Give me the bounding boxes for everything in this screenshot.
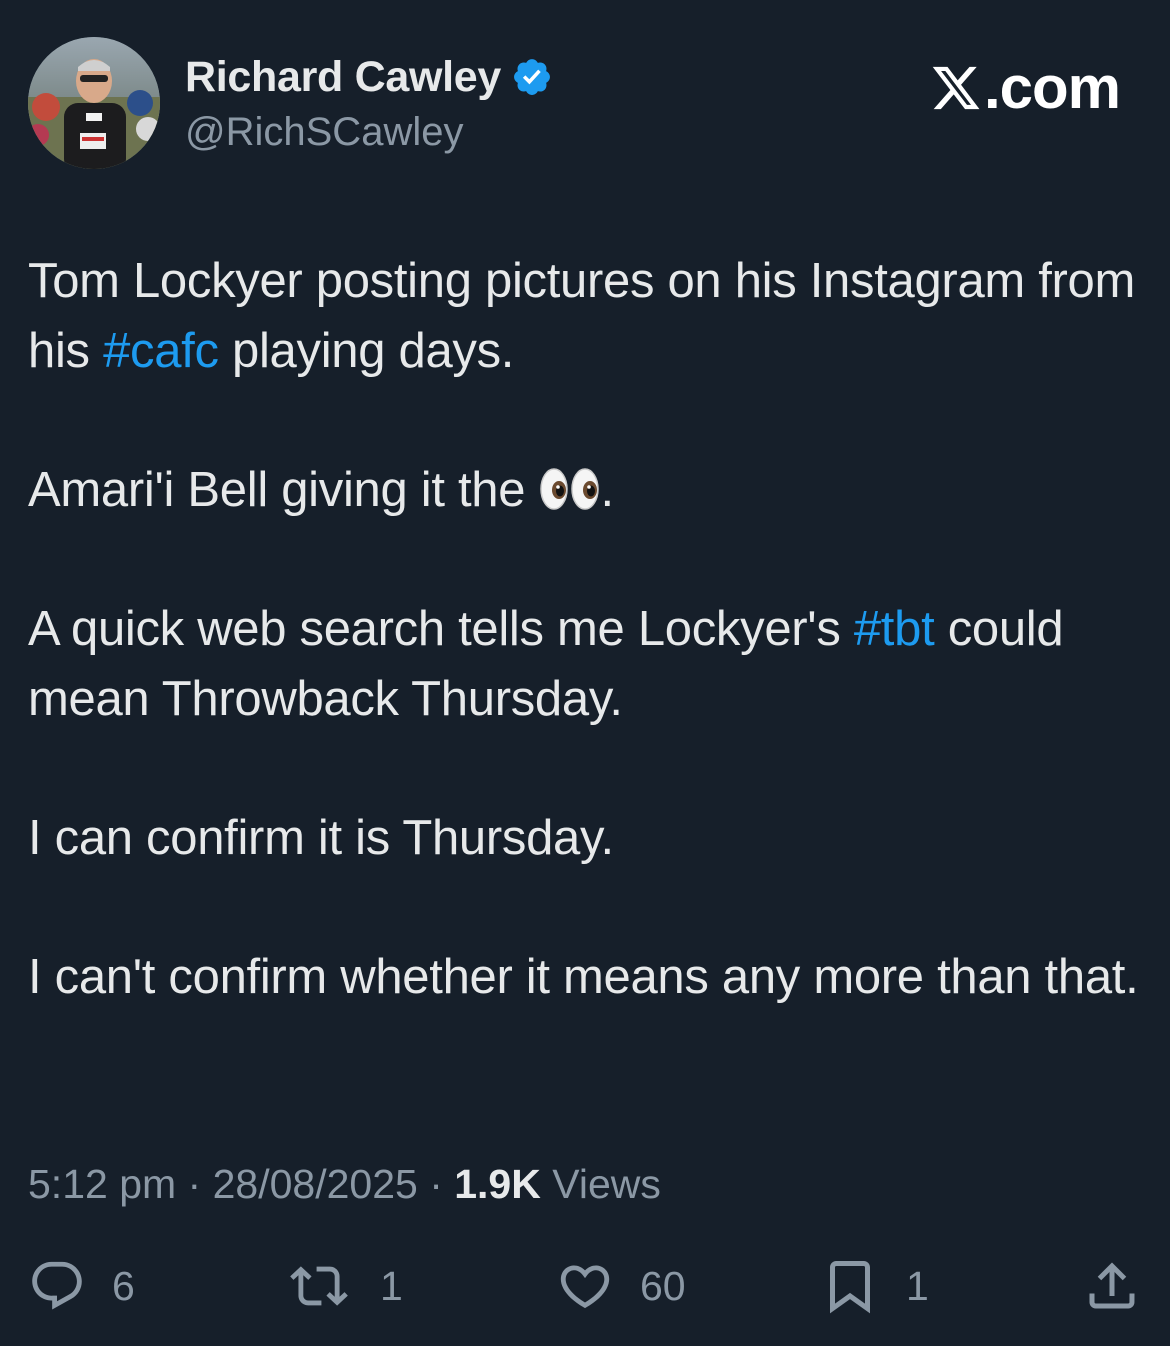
like-button[interactable]: 60 (556, 1254, 686, 1318)
tweet-text-segment: . (600, 463, 615, 517)
tweet-text-segment: A quick web search tells me Lockyer's (28, 602, 854, 656)
tweet-date[interactable]: 28/08/2025 (213, 1161, 418, 1207)
hashtag-link[interactable]: #tbt (854, 602, 935, 656)
repost-button[interactable]: 1 (284, 1254, 403, 1318)
eyes-emoji (539, 461, 601, 510)
bookmark-button[interactable]: 1 (820, 1254, 929, 1318)
hashtag-link[interactable]: #cafc (103, 324, 219, 378)
reply-count: 6 (112, 1263, 135, 1309)
author-name-row: Richard Cawley (185, 53, 553, 101)
avatar-photo (28, 37, 160, 169)
verified-badge-icon (514, 59, 550, 95)
action-bar: 6 1 60 1 (28, 1254, 1142, 1318)
tweet-paragraph: A quick web search tells me Lockyer's #t… (28, 594, 1148, 734)
meta-separator: · (417, 1161, 455, 1207)
tweet-text-segment: playing days. (218, 324, 515, 378)
avatar[interactable] (28, 37, 160, 169)
bookmark-icon (830, 1261, 870, 1314)
meta-separator: · (176, 1161, 213, 1207)
x-logo-icon (932, 66, 980, 110)
views-count: 1.9K (454, 1161, 541, 1207)
tweet-time[interactable]: 5:12 pm (28, 1161, 176, 1207)
share-button[interactable] (1082, 1254, 1142, 1318)
author-handle[interactable]: @RichSCawley (185, 109, 463, 155)
tweet-paragraph: Tom Lockyer posting pictures on his Inst… (28, 246, 1148, 386)
bookmark-count: 1 (906, 1263, 929, 1309)
tweet-paragraph: I can't confirm whether it means any mor… (28, 950, 1139, 1004)
tweet-meta: 5:12 pm · 28/08/2025 · 1.9K Views (28, 1158, 661, 1210)
tweet-header: Richard Cawley @RichSCawley .com (28, 37, 1142, 169)
tweet-paragraph: Amari'i Bell giving it the . (28, 455, 1148, 525)
tweet-text-segment: Amari'i Bell giving it the (28, 463, 539, 517)
repost-count: 1 (380, 1263, 403, 1309)
views-label: Views (540, 1161, 661, 1207)
repost-icon (290, 1266, 348, 1306)
reply-button[interactable]: 6 (28, 1254, 135, 1318)
share-icon (1089, 1262, 1135, 1309)
reply-icon (32, 1261, 82, 1310)
tweet-paragraph: I can confirm it is Thursday. (28, 811, 614, 865)
brand-domain-label: .com (983, 54, 1121, 121)
x-brand: .com (930, 54, 1121, 121)
author-display-name[interactable]: Richard Cawley (185, 53, 501, 101)
heart-icon (560, 1265, 610, 1309)
like-count: 60 (640, 1263, 686, 1309)
tweet-text: Tom Lockyer posting pictures on his Inst… (28, 246, 1148, 1012)
